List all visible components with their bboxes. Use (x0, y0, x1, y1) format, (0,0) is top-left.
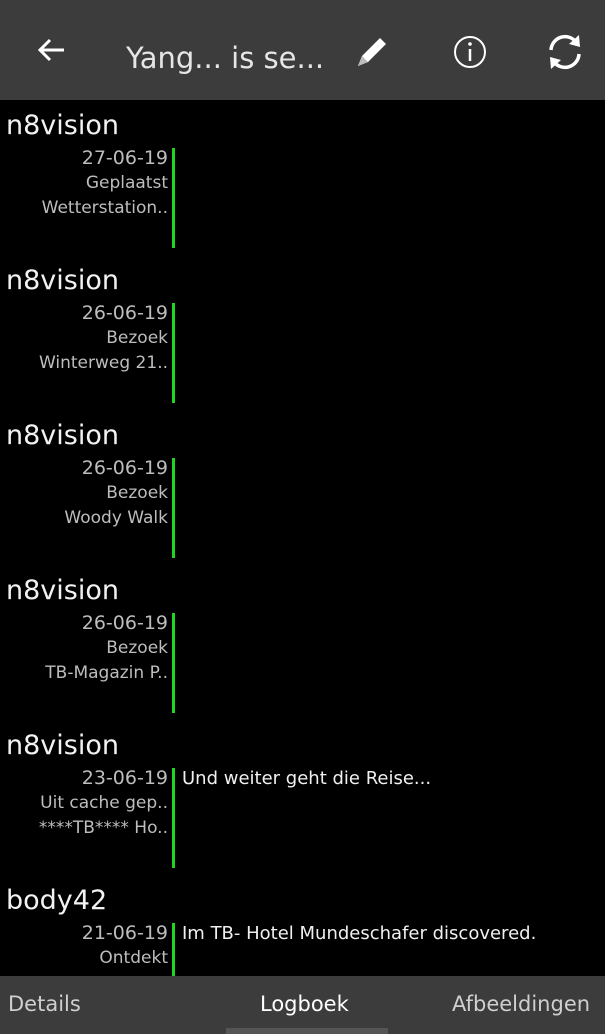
log-list[interactable]: n8vision 27-06-19 Geplaatst Wetterstatio… (0, 100, 605, 976)
log-cache: ****TB**** Ho.. (38, 818, 168, 838)
log-date: 27-06-19 (81, 147, 168, 169)
log-type: Uit cache gep.. (40, 793, 168, 813)
refresh-icon[interactable] (543, 30, 587, 74)
log-type: Bezoek (106, 483, 168, 503)
page-title: Yang... is se... (126, 41, 325, 75)
tab-details[interactable]: Details (8, 992, 81, 1017)
bottom-tab-bar: Details Logboek Afbeeldingen (0, 976, 605, 1034)
log-text: Im TB- Hotel Mundeschafer discovered. (182, 923, 537, 944)
tab-logbook[interactable]: Logboek (260, 992, 349, 1017)
log-entry[interactable]: n8vision 26-06-19 Bezoek Woody Walk (0, 410, 605, 565)
log-entry[interactable]: body42 21-06-19 Ontdekt Im TB- Hotel Mun… (0, 875, 605, 976)
log-entry[interactable]: n8vision 27-06-19 Geplaatst Wetterstatio… (0, 100, 605, 255)
log-entry[interactable]: n8vision 26-06-19 Bezoek Winterweg 21.. (0, 255, 605, 410)
active-tab-indicator (226, 1028, 388, 1034)
log-user: n8vision (6, 265, 119, 296)
log-status-bar (172, 613, 175, 713)
log-user: body42 (6, 885, 108, 916)
log-meta: 26-06-19 Bezoek Winterweg 21.. (0, 301, 168, 376)
log-meta: 21-06-19 Ontdekt (0, 921, 168, 976)
log-type: Bezoek (106, 328, 168, 348)
log-meta: 26-06-19 Bezoek TB-Magazin P.. (0, 611, 168, 686)
log-cache: TB-Magazin P.. (45, 663, 168, 683)
log-date: 23-06-19 (81, 767, 168, 789)
log-date: 26-06-19 (81, 612, 168, 634)
log-status-bar (172, 458, 175, 558)
log-cache: Wetterstation.. (41, 198, 168, 218)
log-type: Ontdekt (99, 948, 168, 968)
top-app-bar: Yang... is se... (0, 0, 605, 100)
log-cache: Winterweg 21.. (38, 353, 168, 373)
log-status-bar (172, 148, 175, 248)
log-date: 21-06-19 (81, 922, 168, 944)
log-entry[interactable]: n8vision 26-06-19 Bezoek TB-Magazin P.. (0, 565, 605, 720)
pencil-icon[interactable] (350, 30, 394, 74)
log-entry[interactable]: n8vision 23-06-19 Uit cache gep.. ****TB… (0, 720, 605, 875)
info-icon[interactable] (448, 30, 492, 74)
log-text: Und weiter geht die Reise... (182, 768, 432, 789)
log-user: n8vision (6, 420, 119, 451)
log-meta: 27-06-19 Geplaatst Wetterstation.. (0, 146, 168, 221)
log-user: n8vision (6, 730, 119, 761)
log-status-bar (172, 768, 175, 868)
log-date: 26-06-19 (81, 457, 168, 479)
log-meta: 23-06-19 Uit cache gep.. ****TB**** Ho.. (0, 766, 168, 841)
log-meta: 26-06-19 Bezoek Woody Walk (0, 456, 168, 531)
log-type: Geplaatst (85, 173, 168, 193)
back-arrow-icon[interactable] (30, 28, 74, 72)
log-type: Bezoek (106, 638, 168, 658)
log-cache: Woody Walk (64, 508, 168, 528)
log-status-bar (172, 923, 175, 976)
log-status-bar (172, 303, 175, 403)
log-user: n8vision (6, 110, 119, 141)
log-user: n8vision (6, 575, 119, 606)
tab-images[interactable]: Afbeeldingen (452, 992, 590, 1017)
log-date: 26-06-19 (81, 302, 168, 324)
